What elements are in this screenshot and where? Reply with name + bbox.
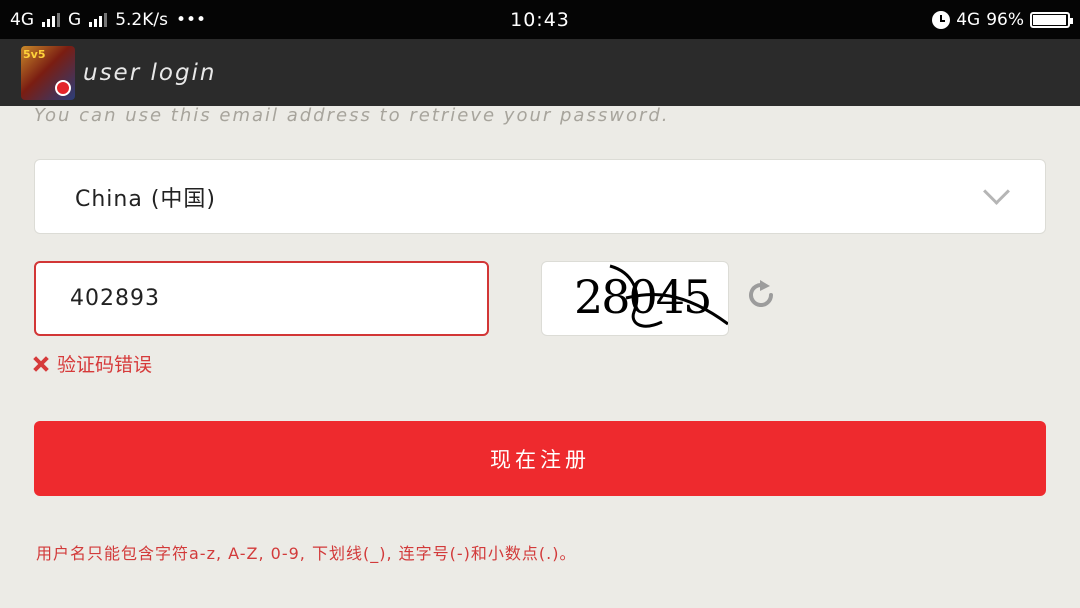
page-title: user login — [83, 59, 217, 86]
clock: 10:43 — [510, 8, 570, 31]
email-hint-text: You can use this email address to retrie… — [34, 105, 670, 126]
captcha-input[interactable]: 402893 — [34, 261, 489, 336]
country-select[interactable]: China (中国) — [34, 159, 1046, 234]
register-button[interactable]: 现在注册 — [34, 421, 1046, 496]
app-logo-dot — [55, 79, 71, 96]
captcha-error: 验证码错误 — [33, 350, 152, 377]
captcha-error-text: 验证码错误 — [57, 354, 153, 376]
captcha-image[interactable]: 28045 — [541, 261, 729, 336]
refresh-captcha-icon[interactable] — [744, 278, 778, 312]
app-logo-icon: 5v5 — [21, 45, 75, 100]
status-bar: 4G G 5.2K/s ••• 10:43 4G 96% — [0, 0, 1080, 39]
battery-fill — [1033, 14, 1066, 25]
captcha-input-value: 402893 — [70, 286, 160, 311]
app-logo-badge: 5v5 — [23, 47, 46, 61]
app-bar: 5v5 user login — [0, 39, 1080, 106]
country-select-value: China (中国) — [75, 186, 217, 212]
username-rules-text: 用户名只能包含字符a-z, A-Z, 0-9, 下划线(_), 连字号(-)和小… — [36, 544, 577, 563]
alarm-icon — [932, 10, 951, 29]
chevron-down-icon — [985, 186, 1007, 208]
captcha-noise-lines — [609, 264, 728, 328]
error-x-icon — [33, 356, 49, 372]
battery-icon — [1030, 11, 1073, 28]
